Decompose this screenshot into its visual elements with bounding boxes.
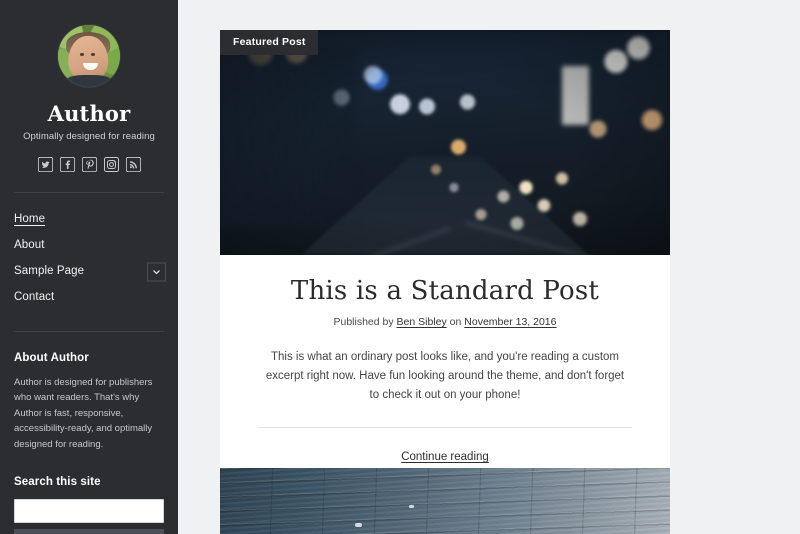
post-meta-join: on: [449, 316, 462, 329]
pinterest-icon[interactable]: [81, 157, 97, 172]
post-divider: [258, 427, 632, 429]
search-submit-button[interactable]: Go: [14, 528, 164, 534]
main-content: Featured Post This is a Standard Post Pu…: [178, 0, 800, 534]
primary-navigation: Home About Sample Page Contact: [14, 193, 166, 311]
search-input[interactable]: [14, 498, 164, 523]
site-title: Author: [47, 101, 131, 126]
post-date-link[interactable]: November 13, 2016: [464, 316, 556, 328]
post-featured-image[interactable]: Featured Post: [220, 30, 670, 255]
site-tagline: Optimally designed for reading: [23, 131, 155, 142]
sidebar: Author Optimally designed for reading Ho…: [0, 0, 178, 534]
instagram-icon[interactable]: [103, 157, 119, 172]
nav-item-label: Contact: [14, 291, 55, 304]
continue-reading-link[interactable]: Continue reading: [401, 451, 489, 463]
nav-item-label: About: [14, 239, 45, 252]
image-vignette: [220, 30, 670, 255]
post-excerpt: This is what an ordinary post looks like…: [265, 351, 625, 402]
nav-item-about[interactable]: About: [14, 233, 164, 259]
avatar: [58, 25, 120, 87]
about-widget: About Author Author is designed for publ…: [14, 332, 164, 452]
facebook-icon[interactable]: [59, 157, 75, 172]
rss-icon[interactable]: [125, 157, 141, 172]
twitter-icon[interactable]: [37, 157, 53, 172]
nav-item-home[interactable]: Home: [14, 207, 164, 233]
nav-item-label: Sample Page: [14, 265, 85, 278]
nav-item-sample-page[interactable]: Sample Page: [14, 259, 166, 285]
chevron-down-icon[interactable]: [147, 262, 166, 282]
deck-spot: [409, 504, 414, 508]
post-featured-image[interactable]: [220, 468, 670, 534]
blog-page: Author Optimally designed for reading Ho…: [0, 0, 800, 534]
about-widget-text: Author is designed for publishers who wa…: [14, 377, 153, 450]
nav-item-contact[interactable]: Contact: [14, 285, 164, 311]
search-widget: Search this site Go: [14, 452, 164, 534]
search-widget-title: Search this site: [14, 475, 101, 488]
continue-reading-wrap: Continue reading: [250, 447, 640, 465]
post-card-featured: Featured Post This is a Standard Post Pu…: [220, 30, 670, 492]
avatar-shirt: [66, 75, 112, 87]
post-meta: Published by Ben Sibley on November 13, …: [250, 316, 640, 328]
about-widget-title: About Author: [14, 352, 89, 364]
social-links: [14, 157, 164, 172]
post-meta-prefix: Published by: [333, 316, 394, 329]
post-card-next: [220, 468, 670, 534]
avatar-wrap: [14, 0, 164, 87]
wooden-deck-art: [220, 468, 670, 534]
post-title[interactable]: This is a Standard Post: [250, 276, 640, 306]
post-body: This is a Standard Post Published by Ben…: [220, 255, 670, 491]
post-author-link[interactable]: Ben Sibley: [397, 316, 447, 328]
wood-grain: [220, 468, 670, 534]
featured-post-badge: Featured Post: [220, 30, 318, 55]
nav-item-label: Home: [14, 213, 46, 226]
